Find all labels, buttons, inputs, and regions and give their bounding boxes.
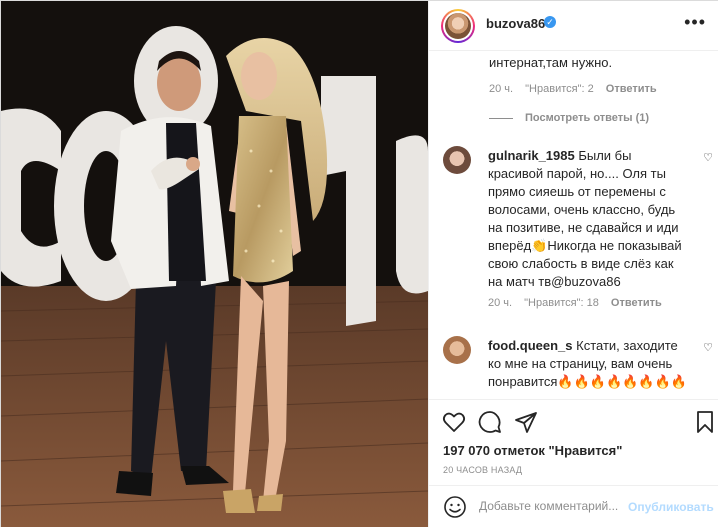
comments-list[interactable]: интернат,там нужно. 20 ч. "Нравится": 2 …: [429, 52, 718, 399]
reply-button[interactable]: Ответить: [611, 297, 662, 309]
comment-time[interactable]: 20 ч.: [488, 297, 512, 309]
comment-body: food.queen_s Кстати, заходите ко мне на …: [488, 337, 690, 391]
comment-meta: 20 ч. "Нравится": 2 Ответить: [489, 83, 666, 95]
emoji-smile-icon[interactable]: [443, 495, 467, 519]
instagram-post: buzova86 ✓ ••• интернат,там нужно. 20 ч.…: [0, 0, 718, 527]
view-replies-button[interactable]: Посмотреть ответы (1): [489, 112, 649, 124]
comment-likes[interactable]: "Нравится": 2: [525, 83, 594, 95]
comment-time[interactable]: 20 ч.: [489, 83, 513, 95]
like-comment-heart-icon[interactable]: ♡: [703, 151, 713, 164]
author-avatar[interactable]: [441, 9, 475, 43]
post-header: buzova86 ✓ •••: [429, 1, 718, 51]
post-actions: 197 070 отметок "Нравится" 20 ЧАСОВ НАЗА…: [429, 399, 718, 527]
verified-badge-icon: ✓: [544, 16, 556, 28]
author-username[interactable]: buzova86: [486, 16, 545, 31]
post-timestamp[interactable]: 20 ЧАСОВ НАЗАД: [443, 465, 522, 475]
comment-bubble-icon[interactable]: [478, 410, 502, 434]
commenter-username[interactable]: food.queen_s: [488, 338, 573, 353]
publish-button[interactable]: Опубликовать: [628, 500, 714, 514]
like-comment-heart-icon[interactable]: ♡: [703, 341, 713, 354]
divider-line: [489, 117, 513, 119]
photo-illustration: [1, 1, 428, 527]
post-photo[interactable]: [1, 1, 428, 527]
likes-count[interactable]: 197 070 отметок "Нравится": [443, 443, 622, 458]
comment-meta: 20 ч. "Нравится": 18 Ответить: [488, 297, 671, 309]
add-comment-row: Опубликовать: [429, 485, 718, 527]
comment-body: gulnarik_1985 Были бы красивой парой, но…: [488, 147, 690, 291]
share-paper-plane-icon[interactable]: [514, 410, 538, 434]
like-heart-icon[interactable]: [442, 410, 466, 434]
comment-text: Были бы красивой парой, но.... Оля ты пр…: [488, 148, 682, 289]
reply-button[interactable]: Ответить: [606, 83, 657, 95]
commenter-avatar[interactable]: [443, 336, 471, 364]
add-comment-input[interactable]: [479, 499, 629, 513]
comment-likes[interactable]: "Нравится": 18: [524, 297, 599, 309]
comment-text: интернат,там нужно.: [489, 55, 613, 70]
commenter-username[interactable]: gulnarik_1985: [488, 148, 575, 163]
bookmark-icon[interactable]: [693, 410, 717, 434]
post-side-panel: buzova86 ✓ ••• интернат,там нужно. 20 ч.…: [428, 1, 718, 527]
more-options-icon[interactable]: •••: [684, 12, 706, 33]
commenter-avatar[interactable]: [443, 146, 471, 174]
